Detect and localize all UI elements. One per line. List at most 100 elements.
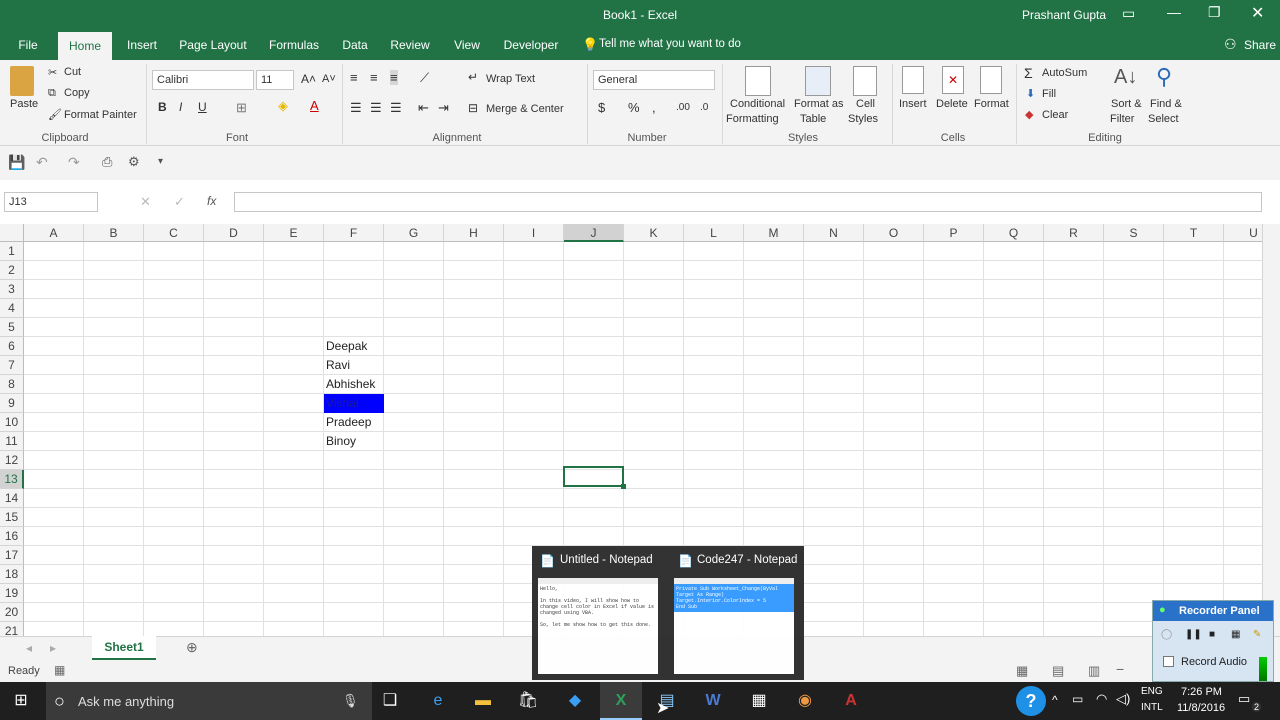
fill-handle[interactable] — [621, 484, 626, 489]
format-as-table-label-1[interactable]: Format as — [794, 98, 844, 110]
merge-center-button[interactable]: Merge & Center — [486, 103, 564, 115]
grow-font-icon[interactable]: A˄ — [301, 72, 316, 86]
paste-icon[interactable] — [10, 66, 34, 96]
add-sheet-icon[interactable]: ⊕ — [186, 639, 198, 656]
font-size-combo[interactable]: 11 — [256, 70, 294, 90]
decrease-decimal-icon[interactable]: .0 — [700, 102, 708, 113]
format-cells-button[interactable]: Format — [974, 98, 1009, 110]
name-box[interactable]: J13 — [4, 192, 98, 212]
tab-formulas[interactable]: Formulas — [264, 30, 324, 60]
tab-view[interactable]: View — [448, 30, 486, 60]
save-icon[interactable]: 💾 — [8, 154, 25, 171]
lang-intl[interactable]: INTL — [1141, 702, 1163, 713]
underline-button[interactable]: U — [198, 100, 207, 114]
volume-icon[interactable]: ◁) — [1116, 691, 1130, 707]
store-icon[interactable]: 🛍 — [515, 688, 541, 714]
action-center-icon[interactable]: ▭ — [1238, 691, 1250, 707]
row-header-12[interactable]: 12 — [0, 451, 24, 470]
dropbox-icon[interactable]: ◆ — [562, 688, 588, 714]
column-header-j[interactable]: J — [564, 224, 624, 242]
file-explorer-icon[interactable]: ▬ — [470, 688, 496, 714]
row-header-13[interactable]: 13 — [0, 470, 24, 489]
task-view-icon[interactable]: ❑ — [377, 688, 403, 714]
ribbon-display-icon[interactable]: ▭ — [1122, 5, 1135, 22]
delete-cells-button[interactable]: Delete — [936, 98, 968, 110]
cell-styles-label-2[interactable]: Styles — [848, 113, 878, 125]
vertical-scrollbar[interactable] — [1262, 224, 1280, 636]
row-header-18[interactable]: 18 — [0, 565, 24, 584]
font-name-combo[interactable]: Calibri — [152, 70, 254, 90]
excel-icon[interactable]: X — [608, 688, 634, 714]
column-header-d[interactable]: D — [204, 224, 264, 242]
column-header-c[interactable]: C — [144, 224, 204, 242]
preview-title-untitled[interactable]: Untitled - Notepad — [560, 554, 653, 566]
cancel-icon[interactable]: ✕ — [140, 194, 151, 210]
row-header-2[interactable]: 2 — [0, 261, 24, 280]
page-break-view-icon[interactable]: ▥ — [1088, 663, 1100, 679]
normal-view-icon[interactable]: ▦ — [1016, 663, 1028, 679]
row-header-16[interactable]: 16 — [0, 527, 24, 546]
battery-icon[interactable]: ▭ — [1072, 692, 1083, 706]
minimize-icon[interactable]: — — [1167, 4, 1181, 20]
fill-button[interactable]: Fill — [1042, 88, 1056, 100]
currency-icon[interactable]: $ — [598, 100, 605, 115]
search-placeholder[interactable]: Ask me anything — [78, 694, 174, 709]
column-header-s[interactable]: S — [1104, 224, 1164, 242]
select-all-corner[interactable] — [0, 224, 24, 242]
row-header-15[interactable]: 15 — [0, 508, 24, 527]
find-select-label-2[interactable]: Select — [1148, 113, 1179, 125]
column-header-h[interactable]: H — [444, 224, 504, 242]
conditional-formatting-label-1[interactable]: Conditional — [730, 98, 785, 110]
calculator-icon[interactable]: ▦ — [746, 688, 772, 714]
column-header-n[interactable]: N — [804, 224, 864, 242]
column-header-a[interactable]: A — [24, 224, 84, 242]
sort-filter-label-1[interactable]: Sort & — [1111, 98, 1142, 110]
column-header-k[interactable]: K — [624, 224, 684, 242]
tab-developer[interactable]: Developer — [500, 30, 562, 60]
column-header-o[interactable]: O — [864, 224, 924, 242]
wrap-text-button[interactable]: Wrap Text — [486, 73, 535, 85]
row-header-21[interactable]: 21 — [0, 622, 24, 636]
access-icon[interactable]: A — [838, 688, 864, 714]
tab-data[interactable]: Data — [338, 30, 372, 60]
row-header-9[interactable]: 9 — [0, 394, 24, 413]
pause-icon[interactable]: ❚❚ — [1185, 629, 1202, 640]
share-button[interactable]: Share — [1244, 38, 1276, 52]
column-header-t[interactable]: T — [1164, 224, 1224, 242]
customize-qat-icon[interactable]: ▾ — [158, 156, 163, 167]
row-header-1[interactable]: 1 — [0, 242, 24, 261]
row-header-6[interactable]: 6 — [0, 337, 24, 356]
tab-file[interactable]: File — [12, 30, 44, 60]
row-header-8[interactable]: 8 — [0, 375, 24, 394]
insert-function-button[interactable]: fx — [207, 194, 216, 208]
row-header-10[interactable]: 10 — [0, 413, 24, 432]
find-select-label-1[interactable]: Find & — [1150, 98, 1182, 110]
redo-icon[interactable]: ↷ — [68, 154, 80, 171]
conditional-formatting-label-2[interactable]: Formatting — [726, 113, 779, 125]
record-icon[interactable]: ◯ — [1161, 629, 1172, 640]
tab-insert[interactable]: Insert — [122, 30, 162, 60]
zoom-out-icon[interactable]: − — [1116, 661, 1124, 677]
font-color-icon[interactable]: A — [310, 98, 319, 113]
microphone-icon[interactable]: 🎙 — [342, 693, 359, 709]
number-format-combo[interactable]: General — [593, 70, 715, 90]
format-as-table-label-2[interactable]: Table — [800, 113, 826, 125]
align-top-icon[interactable]: ≡ — [350, 70, 358, 85]
italic-button[interactable]: I — [179, 100, 182, 114]
sort-filter-label-2[interactable]: Filter — [1110, 113, 1134, 125]
column-header-q[interactable]: Q — [984, 224, 1044, 242]
tab-review[interactable]: Review — [386, 30, 434, 60]
align-bottom-icon[interactable]: ≡ — [390, 70, 398, 85]
formula-input[interactable] — [234, 192, 1262, 212]
align-center-icon[interactable]: ☰ — [370, 100, 382, 116]
lang-eng[interactable]: ENG — [1141, 686, 1163, 697]
print-preview-icon[interactable]: ⎙ — [102, 154, 112, 170]
paste-button[interactable]: Paste — [10, 98, 38, 110]
sheet-tab-sheet1[interactable]: Sheet1 — [92, 636, 156, 660]
column-header-f[interactable]: F — [324, 224, 384, 242]
thumbnail-code247-notepad[interactable]: Private Sub Worksheet_Change(ByVal Targe… — [674, 578, 794, 674]
row-header-20[interactable]: 20 — [0, 603, 24, 622]
column-header-u[interactable]: U — [1224, 224, 1262, 242]
help-icon[interactable]: ? — [1016, 686, 1046, 716]
macro-record-icon[interactable]: ▦ — [54, 663, 65, 677]
